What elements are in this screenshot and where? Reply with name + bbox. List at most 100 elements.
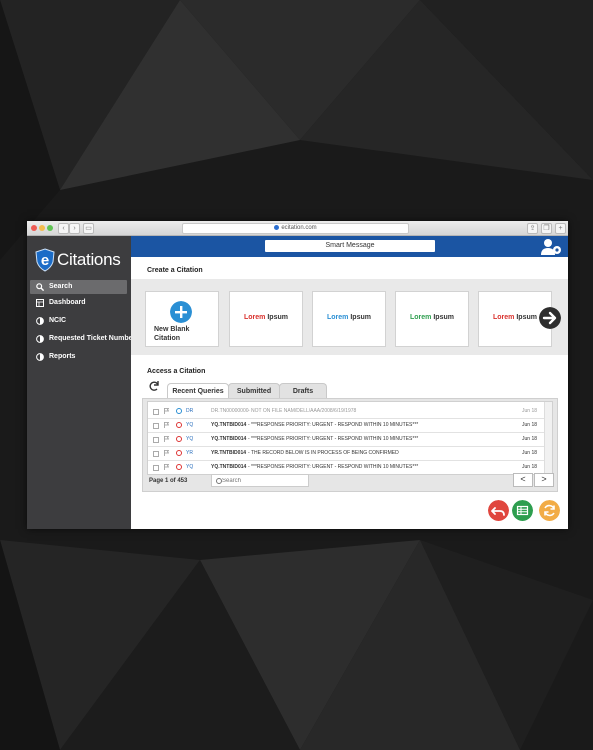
top-bar: Smart Message	[131, 236, 568, 257]
app-logo: e Citations	[35, 248, 127, 272]
table-scrollbar[interactable]	[544, 402, 552, 474]
tabs-icon[interactable]: ❐	[541, 223, 552, 234]
row-id: YQ.TNTBID014	[211, 464, 247, 470]
card-word-colored: Lorem	[410, 314, 432, 321]
app-name: Citations	[57, 250, 121, 269]
card-word-colored: Lorem	[244, 314, 266, 321]
arrow-right-icon[interactable]	[539, 307, 561, 329]
row-code: YR	[186, 450, 193, 456]
page-indicator: Page 1 of 453	[149, 478, 188, 484]
half-circle-icon	[36, 317, 44, 325]
table-row[interactable]: YQ YQ.TNTBID014 - ***RESPONSE PRIORITY: …	[148, 418, 544, 433]
row-id: YR.TNTBID014	[211, 450, 247, 456]
row-code: DR	[186, 408, 194, 414]
sidebar-item-dashboard[interactable]: Dashboard	[30, 296, 127, 310]
flag-icon[interactable]	[164, 464, 169, 470]
row-message: - ***RESPONSE PRIORITY: URGENT - RESPOND…	[248, 464, 419, 470]
row-checkbox[interactable]	[153, 465, 159, 471]
sidebar-item-label: Search	[49, 283, 73, 290]
card-word: Ipsum	[433, 314, 454, 321]
row-id: YQ.TNTBID014	[211, 436, 247, 442]
table-row[interactable]: YQ YQ.TNTBID014 - ***RESPONSE PRIORITY: …	[148, 460, 544, 474]
address-bar[interactable]: ecitation.com	[182, 223, 409, 234]
minimize-dot[interactable]	[39, 225, 45, 231]
search-icon	[36, 283, 44, 291]
tab-submitted[interactable]: Submitted	[228, 383, 280, 399]
sidebar-item-search[interactable]: Search	[30, 280, 127, 294]
table-row[interactable]: YR YR.TNTBID014 - THE RECORD BELOW IS IN…	[148, 446, 544, 461]
row-date: Jun 18	[522, 422, 538, 428]
browser-window: ‹ › ▭ ecitation.com ⇪ ❐ + e Citations Se…	[27, 221, 568, 529]
globe-icon	[274, 225, 280, 230]
row-checkbox[interactable]	[153, 451, 159, 457]
flag-icon[interactable]	[164, 436, 169, 442]
sidebar-item-label: NCIC	[49, 317, 67, 324]
svg-text:e: e	[41, 252, 49, 269]
plus-icon	[170, 301, 192, 323]
citation-templates: New Blank Citation Lorem Ipsum Lorem Ips…	[131, 279, 568, 355]
back-icon[interactable]: ‹	[58, 223, 69, 234]
row-message: - ***RESPONSE PRIORITY: URGENT - RESPOND…	[248, 422, 419, 428]
flag-icon[interactable]	[164, 408, 169, 414]
close-dot[interactable]	[31, 225, 37, 231]
prev-page-button[interactable]: <	[513, 473, 533, 487]
card-word-colored: Lorem	[493, 314, 515, 321]
card-word: Ipsum	[516, 314, 537, 321]
access-citation-heading: Access a Citation	[147, 368, 206, 375]
template-card[interactable]: Lorem Ipsum	[312, 291, 386, 347]
results-table: DR DR.TN00000000 - NOT ON FILE NAM/DELL/…	[147, 401, 553, 475]
template-card[interactable]: Lorem Ipsum	[395, 291, 469, 347]
sidebar-item-requested-ticket-numbers[interactable]: Requested Ticket Numbers	[30, 332, 139, 346]
new-blank-label: New Blank Citation	[154, 326, 190, 342]
url-text: ecitation.com	[281, 225, 317, 231]
create-citation-heading: Create a Citation	[147, 267, 203, 274]
results-panel: DR DR.TN00000000 - NOT ON FILE NAM/DELL/…	[142, 398, 558, 492]
status-icon	[176, 408, 182, 414]
sidebar: e Citations Search Dashboard NCIC Reques…	[27, 236, 139, 529]
row-checkbox[interactable]	[153, 423, 159, 429]
refresh-icon[interactable]	[148, 380, 160, 392]
row-message: - NOT ON FILE NAM/DELL/AAA/2008/6/19/197…	[248, 408, 357, 414]
search-input[interactable]	[222, 475, 304, 486]
new-blank-citation-card[interactable]: New Blank Citation	[145, 291, 219, 347]
sidebar-item-ncic[interactable]: NCIC	[30, 314, 127, 328]
sidebar-item-reports[interactable]: Reports	[30, 350, 127, 364]
maximize-dot[interactable]	[47, 225, 53, 231]
smart-message-button[interactable]: Smart Message	[265, 240, 435, 252]
half-circle-icon	[36, 335, 44, 343]
row-code: YQ	[186, 464, 194, 470]
shield-icon: e	[35, 248, 55, 272]
share-icon[interactable]: ⇪	[527, 223, 538, 234]
sidebar-toggle-icon[interactable]: ▭	[83, 223, 94, 234]
flag-icon[interactable]	[164, 422, 169, 428]
tab-drafts[interactable]: Drafts	[279, 383, 327, 399]
card-word: Ipsum	[350, 314, 371, 321]
row-checkbox[interactable]	[153, 409, 159, 415]
table-row[interactable]: DR DR.TN00000000 - NOT ON FILE NAM/DELL/…	[148, 404, 544, 419]
sidebar-item-label: Reports	[49, 353, 76, 360]
new-tab-icon[interactable]: +	[555, 223, 566, 234]
card-word-colored: Lorem	[327, 314, 349, 321]
search-field[interactable]	[211, 474, 309, 487]
forward-icon[interactable]: ›	[69, 223, 80, 234]
back-arrow-icon[interactable]	[488, 500, 509, 521]
row-code: YQ	[186, 436, 194, 442]
card-word: Ipsum	[267, 314, 288, 321]
table-row[interactable]: YQ YQ.TNTBID014 - ***RESPONSE PRIORITY: …	[148, 432, 544, 447]
next-page-button[interactable]: >	[534, 473, 554, 487]
flag-icon[interactable]	[164, 450, 169, 456]
user-settings-icon[interactable]	[539, 237, 563, 256]
sidebar-item-label: Dashboard	[49, 299, 86, 306]
row-date: Jun 18	[522, 408, 538, 414]
status-icon	[176, 450, 182, 456]
row-checkbox[interactable]	[153, 437, 159, 443]
status-icon	[176, 464, 182, 470]
status-icon	[176, 422, 182, 428]
sidebar-item-label: Requested Ticket Numbers	[49, 335, 140, 342]
refresh-icon[interactable]	[539, 500, 560, 521]
row-date: Jun 18	[522, 436, 538, 442]
dashboard-icon	[36, 299, 44, 307]
spreadsheet-icon[interactable]	[512, 500, 533, 521]
template-card[interactable]: Lorem Ipsum	[229, 291, 303, 347]
row-id: DR.TN00000000	[211, 408, 249, 414]
